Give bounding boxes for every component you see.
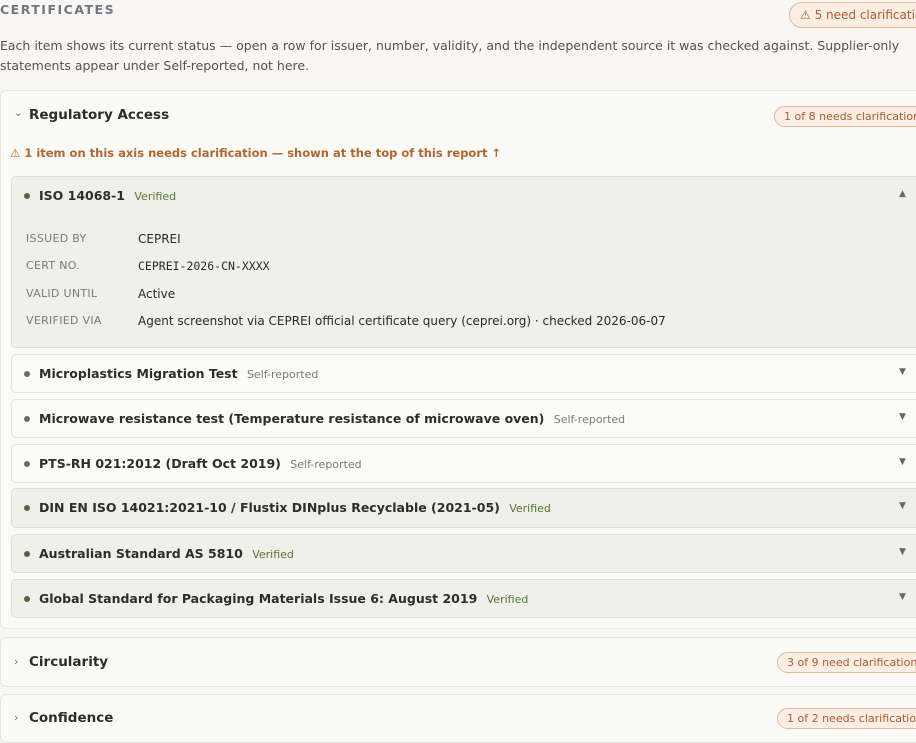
group-confidence[interactable]: › Confidence 1 of 2 needs clarification [0,694,916,743]
detail-label: VERIFIED VIA [26,314,102,327]
status-dot [24,461,30,467]
detail-label: ISSUED BY [26,232,87,245]
detail-row-cert-no: CERT NO. CEPREI-2026-CN-XXXX [26,259,916,279]
cert-item-iso-14068-1: ISO 14068-1 Verified ▲ ISSUED BY CEPREI … [11,176,916,348]
axis-warning[interactable]: ⚠ 1 item on this axis needs clarificatio… [10,146,501,160]
chevron-down-small-icon: ⌄ [14,108,23,119]
caret-down-icon: ▼ [899,592,906,602]
detail-row-valid-until: VALID UNTIL Active [26,287,916,307]
caret-down-icon: ▼ [899,367,906,377]
cert-title: Microwave resistance test (Temperature r… [39,411,545,426]
cert-title: ISO 14068-1 [39,188,126,203]
cert-item-pts-rh[interactable]: PTS-RH 021:2012 (Draft Oct 2019) Self-re… [11,444,916,483]
group-clarification-badge: 3 of 9 need clarification [777,652,916,673]
status-dot [24,193,30,199]
status-dot [24,371,30,377]
section-title: CERTIFICATES [0,2,116,17]
group-circularity[interactable]: › Circularity 3 of 9 need clarification [0,637,916,687]
detail-value: Agent screenshot via CEPREI official cer… [138,314,666,328]
chevron-right-small-icon: › [14,711,19,724]
status-badge: Self-reported [553,413,626,426]
detail-value: Active [138,287,176,301]
cert-title: DIN EN ISO 14021:2021-10 / Flustix DINpl… [39,500,500,515]
cert-title: Australian Standard AS 5810 [39,546,243,561]
section-intro: Each item shows its current status — ope… [0,38,900,73]
cert-item-header[interactable]: ISO 14068-1 Verified ▲ [12,177,916,215]
group-clarification-badge: 1 of 8 needs clarification [774,106,916,127]
group-title: Confidence [29,710,114,726]
cert-item-as-5810[interactable]: Australian Standard AS 5810 Verified ▼ [11,534,916,573]
cert-title: Microplastics Migration Test [39,366,238,381]
status-dot [24,416,30,422]
status-badge: Verified [509,502,551,515]
caret-down-icon: ▼ [899,501,906,511]
status-badge: Self-reported [246,368,319,381]
group-clarification-badge: 1 of 2 needs clarification [777,708,916,729]
status-dot [24,596,30,602]
cert-item-microwave[interactable]: Microwave resistance test (Temperature r… [11,399,916,438]
cert-item-microplastics[interactable]: Microplastics Migration Test Self-report… [11,354,916,393]
caret-up-icon: ▲ [899,189,906,199]
cert-title: PTS-RH 021:2012 (Draft Oct 2019) [39,456,281,471]
status-dot [24,505,30,511]
detail-row-issued-by: ISSUED BY CEPREI [26,232,916,252]
status-badge: Verified [134,190,177,203]
cert-title: Global Standard for Packaging Materials … [39,591,478,606]
detail-label: CERT NO. [26,259,81,272]
caret-down-icon: ▼ [899,412,906,422]
certificates-section: CERTIFICATES ⚠ 5 need clarification Each… [0,0,916,743]
caret-down-icon: ▼ [899,457,906,467]
chevron-right-small-icon: › [14,655,19,668]
clarification-summary-badge[interactable]: ⚠ 5 need clarification [789,2,916,28]
group-title: Regulatory Access [29,107,170,123]
cert-item-global-standard-packaging[interactable]: Global Standard for Packaging Materials … [11,579,916,618]
group-title: Circularity [29,654,109,670]
caret-down-icon: ▼ [899,547,906,557]
group-header-regulatory-access[interactable]: ⌄ Regulatory Access 1 of 8 needs clarifi… [1,91,916,141]
status-badge: Self-reported [290,458,362,471]
detail-value: CEPREI [138,232,181,246]
cert-details: ISSUED BY CEPREI CERT NO. CEPREI-2026-CN… [12,215,916,347]
detail-label: VALID UNTIL [26,287,98,300]
status-badge: Verified [252,548,294,561]
cert-item-din-en-iso-14021[interactable]: DIN EN ISO 14021:2021-10 / Flustix DINpl… [11,488,916,528]
status-badge: Verified [486,593,529,606]
detail-value: CEPREI-2026-CN-XXXX [138,259,270,273]
status-dot [24,551,30,557]
detail-row-verified-via: VERIFIED VIA Agent screenshot via CEPREI… [26,314,916,334]
